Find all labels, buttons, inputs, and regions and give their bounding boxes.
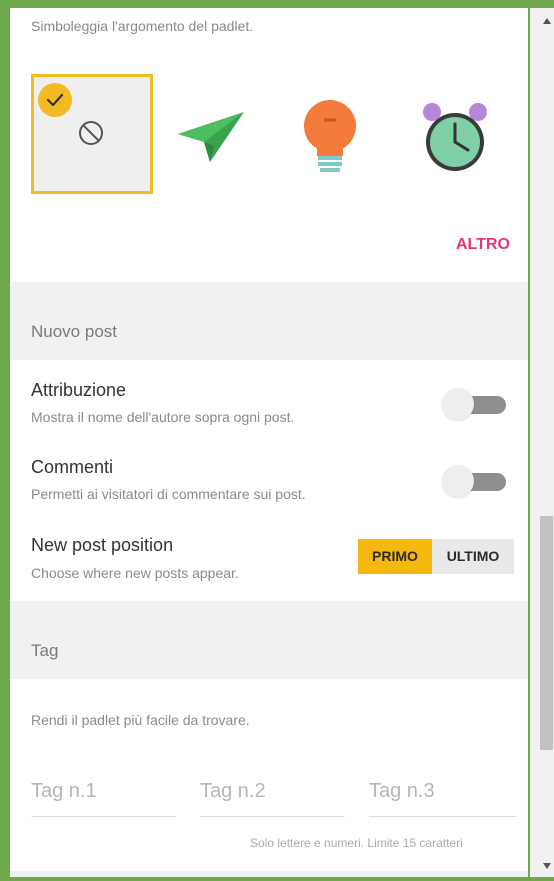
attribution-description: Mostra il nome dell'autore sopra ogni po… bbox=[31, 409, 295, 425]
comments-title: Commenti bbox=[31, 457, 114, 477]
icon-option-alarm-clock[interactable] bbox=[420, 100, 490, 176]
more-icons-link[interactable]: ALTRO bbox=[456, 236, 510, 254]
comments-description: Permetti ai visitatori di commentare sui… bbox=[31, 486, 306, 502]
icon-section-description: Simboleggia l'argomento del padlet. bbox=[31, 18, 254, 34]
check-icon bbox=[38, 83, 72, 117]
toggle-knob bbox=[442, 388, 474, 420]
tag-hint: Solo lettere e numeri. Limite 15 caratte… bbox=[250, 836, 463, 850]
paper-plane-icon bbox=[178, 112, 244, 162]
no-symbol-icon bbox=[79, 121, 103, 145]
tag-input-3[interactable] bbox=[369, 766, 517, 817]
tag-header: Tag bbox=[31, 641, 59, 660]
bottom-band bbox=[10, 871, 528, 877]
toggle-knob bbox=[442, 465, 474, 497]
tag-header-band bbox=[10, 601, 528, 679]
icon-option-paper-plane[interactable] bbox=[170, 100, 252, 170]
position-first-button[interactable]: PRIMO bbox=[358, 539, 432, 574]
post-position-description: Choose where new posts appear. bbox=[31, 565, 239, 581]
scroll-down-arrow-icon[interactable] bbox=[543, 863, 551, 869]
icon-option-light-bulb[interactable] bbox=[300, 96, 360, 178]
light-bulb-icon bbox=[304, 100, 356, 172]
attribution-toggle[interactable] bbox=[442, 386, 506, 420]
scrollbar-thumb[interactable] bbox=[540, 516, 553, 750]
tag-input-2[interactable] bbox=[200, 766, 345, 817]
scroll-up-arrow-icon[interactable] bbox=[543, 18, 551, 24]
tag-input-1[interactable] bbox=[31, 766, 176, 817]
comments-toggle[interactable] bbox=[442, 463, 506, 497]
settings-panel: Simboleggia l'argomento del padlet. ALTR… bbox=[10, 8, 528, 877]
post-position-title: New post position bbox=[31, 535, 174, 555]
position-last-button[interactable]: ULTIMO bbox=[432, 539, 514, 574]
attribution-title: Attribuzione bbox=[31, 380, 127, 400]
tag-description: Rendi il padlet più facile da trovare. bbox=[31, 712, 250, 728]
new-post-header: Nuovo post bbox=[31, 322, 117, 341]
new-post-header-band bbox=[10, 282, 528, 360]
alarm-clock-icon bbox=[423, 103, 487, 171]
